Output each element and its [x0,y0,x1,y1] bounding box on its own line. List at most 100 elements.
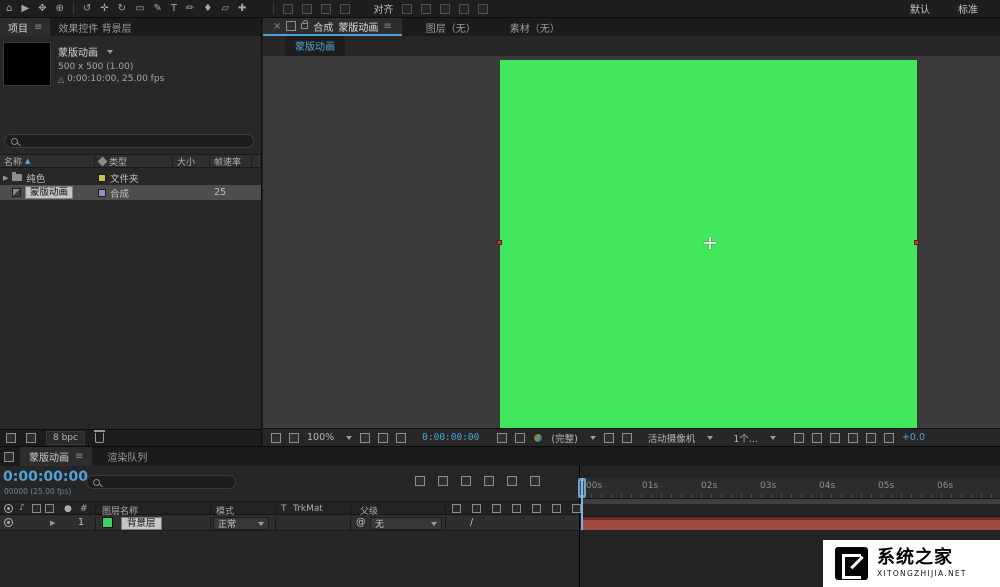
align-option-icon[interactable] [440,4,450,14]
project-search-field[interactable] [4,134,254,148]
project-row-folder[interactable]: ▶ 纯色 文件夹 [0,170,261,185]
flowchart-button-icon[interactable] [866,433,876,443]
timeline-search-field[interactable] [86,475,236,489]
shy-column-icon[interactable] [452,504,461,513]
eraser-tool-icon[interactable]: ▱ [221,4,229,14]
quality-column-icon[interactable] [492,504,501,513]
timeline-ruler[interactable]: :00s 01s 02s 03s 04s 05s 06s [581,478,1000,499]
current-time-display[interactable]: 0:00:00:00 [3,469,88,485]
brush-tool-icon[interactable]: ✏ [186,4,194,14]
pen-tool-icon[interactable]: ✎ [153,4,161,14]
view-layout-button[interactable]: 1个... [733,431,758,445]
motion-blur-icon[interactable] [507,476,517,486]
new-folder-icon[interactable] [26,433,36,443]
comp-thumbnail[interactable] [3,42,51,86]
transparency-grid-icon[interactable] [604,433,614,443]
column-header-type[interactable]: 类型 [95,155,173,167]
comp-name-caret-icon[interactable] [107,50,113,54]
audio-column-icon[interactable]: ♪ [19,503,25,513]
camera-view-button[interactable]: 活动摄像机 [648,431,696,445]
tab-composition[interactable]: × 合成 蒙版动画 ≡ [263,18,402,36]
lock-column-icon[interactable] [45,504,54,513]
panel-menu-icon[interactable]: ≡ [383,21,391,32]
always-preview-icon[interactable] [271,433,281,443]
tab-effect-controls[interactable]: 效果控件 背景层 [50,18,139,36]
workspace-standard-button[interactable]: 标准 [958,1,978,16]
viewer-comp-subtab[interactable]: 蒙版动画 [285,36,345,56]
target-region-icon[interactable] [622,433,632,443]
type-tool-icon[interactable]: T [171,4,177,14]
column-header-name[interactable]: 名称 ▲ [0,155,95,167]
show-snapshot-icon[interactable] [515,433,525,443]
hide-shy-layers-icon[interactable] [461,476,471,486]
align-option-icon[interactable] [421,4,431,14]
quality-toggle-icon[interactable]: / [470,517,473,528]
show-channel-icon[interactable] [533,433,543,443]
preview-time-display[interactable]: 0:00:00:00 [422,432,479,443]
layer-duration-bar[interactable] [581,516,1000,530]
blend-mode-dropdown[interactable]: 正常 [213,517,269,530]
zoom-level-button[interactable]: 100% [307,432,334,443]
puppet-tool-icon[interactable]: ✚ [238,4,246,14]
layer-row[interactable]: ▶ 1 背景层 正常 @ 无 / [0,515,579,531]
hand-tool-icon[interactable]: ✥ [38,4,46,14]
solo-column-icon[interactable] [32,504,41,513]
reset-exposure-icon[interactable] [884,433,894,443]
tab-project[interactable]: 项目 ≡ [0,18,50,36]
anchor-point-icon[interactable] [704,237,716,249]
tab-timeline-comp[interactable]: 蒙版动画 ≡ [20,447,92,466]
toolbar-extra-icon[interactable] [321,4,331,14]
toolbar-extra-icon[interactable] [340,4,350,14]
video-column-icon[interactable] [4,504,13,513]
delete-icon[interactable] [95,433,104,443]
clone-stamp-tool-icon[interactable]: ♦ [203,4,212,14]
column-header-fps[interactable]: 帧速率 [210,155,252,167]
bit-depth-button[interactable]: 8 bpc [46,431,85,445]
shared-view-icon[interactable] [794,433,804,443]
label-column-header[interactable]: ● [64,504,72,514]
tab-footage[interactable]: 素材（无） [500,18,570,36]
interpret-footage-icon[interactable] [6,433,16,443]
label-color-chip[interactable] [98,189,106,197]
column-header-size[interactable]: 大小 [173,155,210,167]
resolution-button[interactable]: (完整) [551,431,577,445]
label-color-chip[interactable] [98,174,106,182]
lock-icon[interactable] [301,23,308,29]
selection-handle-left[interactable] [497,240,502,245]
project-row-composition[interactable]: 蒙版动画 合成 25 [0,185,261,200]
composition-viewer[interactable] [263,56,1000,428]
fx-column-icon[interactable] [512,504,521,513]
layer-visibility-icon[interactable] [4,518,13,527]
align-option-icon[interactable] [478,4,488,14]
mask-path-visibility-icon[interactable] [378,433,388,443]
zoom-tool-icon[interactable]: ⊕ [55,4,63,14]
align-option-icon[interactable] [459,4,469,14]
collapse-column-icon[interactable] [472,504,481,513]
draft-3d-icon[interactable] [438,476,448,486]
magnification-icon[interactable] [289,433,299,443]
comp-mini-flowchart-icon[interactable] [415,476,425,486]
graph-editor-icon[interactable] [530,476,540,486]
selection-tool-icon[interactable]: ▶ [21,4,29,14]
panel-menu-icon[interactable]: ≡ [75,451,83,462]
align-option-icon[interactable] [402,4,412,14]
current-time-indicator-handle[interactable] [578,478,586,498]
workspace-default-button[interactable]: 默认 [910,1,930,16]
layer-expander-icon[interactable]: ▶ [50,519,55,527]
orbit-tool-icon[interactable]: ↺ [83,4,91,14]
parent-pickwhip-icon[interactable]: @ [356,517,366,528]
toolbar-extra-icon[interactable] [283,4,293,14]
layer-name[interactable]: 背景层 [121,517,162,530]
home-icon[interactable]: ⌂ [6,4,12,14]
pan-behind-tool-icon[interactable]: ✛ [100,4,108,14]
expander-icon[interactable]: ▶ [3,174,8,182]
region-of-interest-icon[interactable] [396,433,406,443]
selection-handle-right[interactable] [914,240,919,245]
work-area-bar[interactable] [581,499,1000,504]
threed-column-icon[interactable] [572,504,581,513]
frame-blend-icon[interactable] [484,476,494,486]
exposure-value[interactable]: +0.0 [902,432,925,443]
layer-color-chip[interactable] [102,517,113,528]
snapshot-icon[interactable] [497,433,507,443]
grid-guides-icon[interactable] [360,433,370,443]
